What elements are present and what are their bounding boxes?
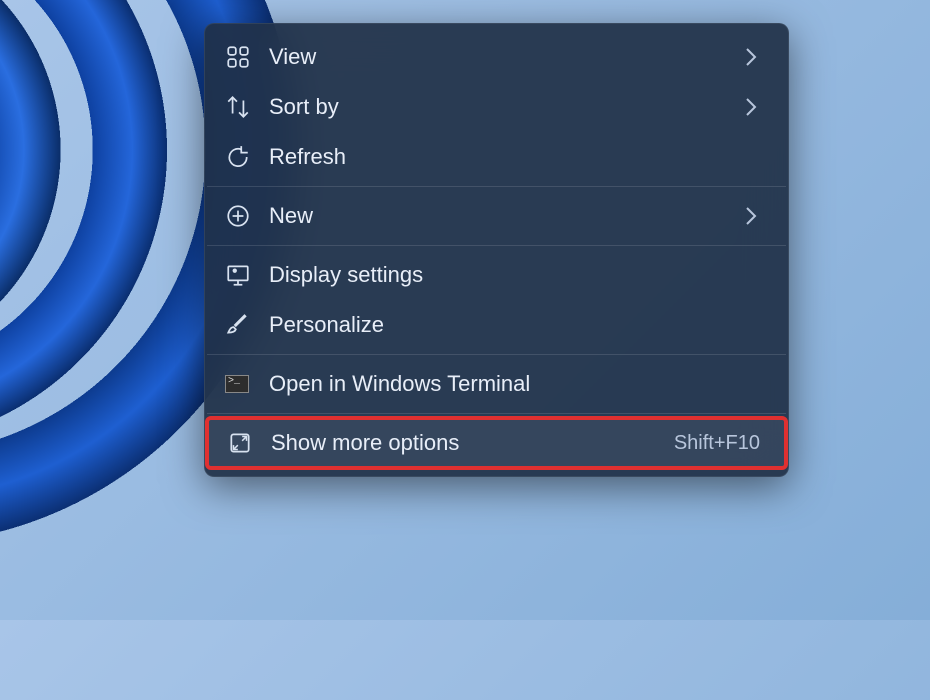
menu-item-personalize[interactable]: Personalize [205,300,788,350]
menu-separator [207,245,786,246]
menu-item-new[interactable]: New [205,191,788,241]
menu-label: Sort by [269,94,744,120]
menu-label: Open in Windows Terminal [269,371,768,397]
menu-label: Display settings [269,262,768,288]
refresh-icon [225,144,269,170]
menu-item-refresh[interactable]: Refresh [205,132,788,182]
display-settings-icon [225,262,269,288]
menu-separator [207,413,786,414]
keyboard-shortcut: Shift+F10 [674,432,766,455]
terminal-icon [225,375,269,393]
menu-separator [207,186,786,187]
chevron-right-icon [744,47,768,67]
chevron-right-icon [744,206,768,226]
menu-label: New [269,203,744,229]
expand-icon [227,430,271,456]
menu-label: View [269,44,744,70]
menu-item-display-settings[interactable]: Display settings [205,250,788,300]
desktop-context-menu: View Sort by Refresh New Disp [204,23,789,477]
menu-separator [207,354,786,355]
sort-icon [225,94,269,120]
menu-item-show-more-options[interactable]: Show more options Shift+F10 [207,418,786,468]
plus-circle-icon [225,203,269,229]
grid-icon [225,44,269,70]
menu-item-view[interactable]: View [205,32,788,82]
paintbrush-icon [225,312,269,338]
menu-item-open-terminal[interactable]: Open in Windows Terminal [205,359,788,409]
menu-label: Refresh [269,144,768,170]
menu-item-sort-by[interactable]: Sort by [205,82,788,132]
chevron-right-icon [744,97,768,117]
menu-label: Personalize [269,312,768,338]
menu-label: Show more options [271,430,674,456]
